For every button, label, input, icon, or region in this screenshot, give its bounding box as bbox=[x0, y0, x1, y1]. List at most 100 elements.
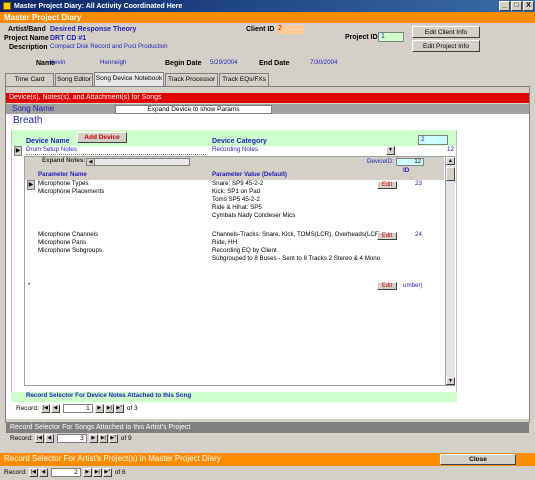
first-name-value[interactable]: Kevin bbox=[50, 59, 65, 67]
begin-date-label: Begin Date bbox=[165, 60, 202, 67]
client-id-field[interactable]: 2 bbox=[276, 25, 304, 34]
device-id-param-field[interactable]: 12 bbox=[396, 158, 424, 166]
scroll-up-arrow[interactable]: ▲ bbox=[446, 157, 455, 165]
first-record-button[interactable]: |◀ bbox=[40, 404, 50, 413]
client-id-label: Client ID bbox=[246, 26, 275, 33]
param-name: Microphone Subgroups bbox=[38, 247, 102, 254]
project-id-label: Project ID bbox=[345, 34, 378, 41]
edit-param-button[interactable]: Edit bbox=[377, 232, 397, 240]
record-count: of 9 bbox=[120, 435, 132, 442]
new-record-button[interactable]: ▶* bbox=[108, 434, 118, 443]
param-values-1[interactable]: Snare: SP9 45-2-2 Kick: SP1 on Pad Toms … bbox=[212, 180, 295, 220]
last-record-button[interactable]: ▶| bbox=[92, 468, 102, 477]
next-record-button[interactable]: ▶ bbox=[88, 434, 98, 443]
device-name-value[interactable]: Drum Setup Notes bbox=[26, 146, 206, 155]
record-label: Record: bbox=[16, 405, 39, 412]
first-record-button[interactable]: |◀ bbox=[28, 468, 38, 477]
param-value-line: Snare: SP9 45-2-2 bbox=[212, 180, 264, 187]
prev-record-button[interactable]: ◀ bbox=[50, 404, 60, 413]
record-label: Record: bbox=[10, 435, 33, 442]
tab-song-device-notebook[interactable]: Song Device Notebook bbox=[94, 72, 164, 86]
tab-track-processor[interactable]: Track Processor bbox=[165, 73, 218, 86]
new-record-button[interactable]: ▶* bbox=[114, 404, 124, 413]
record-count: of 3 bbox=[126, 405, 138, 412]
artist-label: Artist/Band bbox=[8, 26, 46, 33]
song-name-value[interactable]: Breath bbox=[13, 115, 42, 126]
end-date-value[interactable]: 7/30/2004 bbox=[310, 59, 338, 67]
param-name: Microphone Channels bbox=[38, 231, 99, 238]
last-record-button[interactable]: ▶| bbox=[104, 404, 114, 413]
artist-value[interactable]: Desired Response Theory bbox=[50, 26, 136, 33]
new-record-button[interactable]: ▶* bbox=[102, 468, 112, 477]
next-record-button[interactable]: ▶ bbox=[82, 468, 92, 477]
param-name-header: Parameter Name bbox=[38, 171, 87, 178]
device-count-field[interactable]: 2 bbox=[418, 135, 448, 145]
record-count: of 6 bbox=[114, 469, 126, 476]
new-row-marker: * bbox=[28, 282, 31, 289]
edit-param-button[interactable]: Edit bbox=[377, 282, 397, 290]
app-icon bbox=[3, 2, 11, 10]
scroll-down-arrow[interactable]: ▼ bbox=[446, 377, 455, 385]
param-names-1[interactable]: Microphone Types Microphone Placements bbox=[38, 180, 104, 196]
minimize-button[interactable]: _ bbox=[499, 1, 510, 11]
project-name-value[interactable]: DRT CD #1 bbox=[50, 35, 86, 42]
end-date-label: End Date bbox=[259, 60, 290, 67]
last-name-value[interactable]: Henneigh bbox=[100, 59, 127, 67]
prev-record-button[interactable]: ◀ bbox=[44, 434, 54, 443]
prev-record-button[interactable]: ◀ bbox=[38, 468, 48, 477]
add-device-button[interactable]: Add Device bbox=[77, 132, 127, 143]
song-selector-label: Record Selector For Songs Attached to th… bbox=[6, 423, 529, 433]
param-value-line: Toms SP5 45-2-2 bbox=[212, 196, 260, 203]
new-row-id-text: umber) bbox=[403, 282, 423, 289]
project-selector-label: Record Selector For Artist's Project(s) … bbox=[4, 454, 221, 463]
description-label: Description bbox=[9, 44, 48, 51]
device-row-selector[interactable]: ▶ bbox=[14, 146, 22, 156]
scroll-left-arrow[interactable]: ◀ bbox=[87, 159, 95, 165]
record-label: Record: bbox=[4, 469, 27, 476]
record-number-field[interactable]: 3 bbox=[56, 434, 87, 443]
param-name: Microphone Pans bbox=[38, 239, 87, 246]
next-record-button[interactable]: ▶ bbox=[94, 404, 104, 413]
first-record-button[interactable]: |◀ bbox=[34, 434, 44, 443]
tab-time-card-editor[interactable]: Time Card Editor bbox=[5, 73, 54, 95]
param-value-line: Recording EQ by Client bbox=[212, 247, 277, 254]
edit-param-button[interactable]: Edit bbox=[377, 181, 397, 189]
param-value-line: Subgrouped to 8 Buses - Sent to 8 Tracks… bbox=[212, 255, 381, 262]
param-id: 23 bbox=[415, 180, 422, 187]
param-values-2[interactable]: Channels-Tracks: Snare, Kick, TOMS(LCR),… bbox=[212, 231, 383, 263]
record-number-field[interactable]: 2 bbox=[50, 468, 81, 477]
param-names-2[interactable]: Microphone Channels Microphone Pans Micr… bbox=[38, 231, 102, 255]
maximize-button[interactable]: □ bbox=[511, 1, 522, 11]
param-name: Microphone Types bbox=[38, 180, 89, 187]
param-row-selector[interactable]: ▶ bbox=[27, 180, 35, 190]
section-header: Device(s), Notes(s), and Attachment(s) f… bbox=[6, 93, 529, 103]
param-value-header: Parameter Value (Default) bbox=[212, 171, 287, 178]
window-titlebar: Master Project Diary: All Activity Coord… bbox=[0, 0, 535, 12]
edit-project-info-button[interactable]: Edit Project Info bbox=[412, 40, 480, 52]
scroll-thumb[interactable] bbox=[446, 167, 455, 181]
expand-notes-label: Expand Notes: bbox=[42, 157, 86, 164]
params-vertical-scrollbar[interactable]: ▲ ▼ bbox=[445, 157, 455, 385]
record-number-field[interactable]: 1 bbox=[62, 404, 93, 413]
project-id-field[interactable]: 1 bbox=[378, 32, 404, 42]
expand-device-params-button[interactable]: Expand Device to show Params bbox=[115, 105, 272, 114]
device-id-param-label: DeviceID: bbox=[367, 158, 394, 165]
close-button[interactable]: Close bbox=[440, 454, 516, 465]
device-id-value: 12 bbox=[447, 146, 454, 153]
window-title: Master Project Diary: All Activity Coord… bbox=[14, 2, 183, 10]
tab-song-editor[interactable]: Song Editor bbox=[55, 73, 93, 86]
begin-date-value[interactable]: 5/29/2004 bbox=[210, 59, 238, 67]
device-selector-label: Record Selector For Device Notes Attache… bbox=[26, 392, 192, 399]
device-record-navigator: Record: |◀ ◀ 1 ▶ ▶| ▶* of 3 bbox=[16, 404, 138, 413]
form-title: Master Project Diary bbox=[0, 12, 535, 23]
id-header: ID bbox=[403, 167, 410, 174]
param-value-line: Cymbals Nady Condeser Mics bbox=[212, 212, 296, 219]
close-window-button[interactable]: X bbox=[523, 1, 534, 11]
edit-client-info-button[interactable]: Edit Client Info bbox=[412, 26, 480, 38]
last-record-button[interactable]: ▶| bbox=[98, 434, 108, 443]
description-value[interactable]: Compact Disk Record and Post Production bbox=[50, 43, 168, 51]
expand-notes-scrollbar[interactable]: ◀ bbox=[86, 158, 190, 166]
category-dropdown-arrow[interactable]: ▼ bbox=[386, 146, 395, 155]
tab-track-eqs-fxs[interactable]: Track EQs/FXs bbox=[219, 73, 269, 86]
device-category-value[interactable]: Recording Notes bbox=[212, 146, 386, 154]
